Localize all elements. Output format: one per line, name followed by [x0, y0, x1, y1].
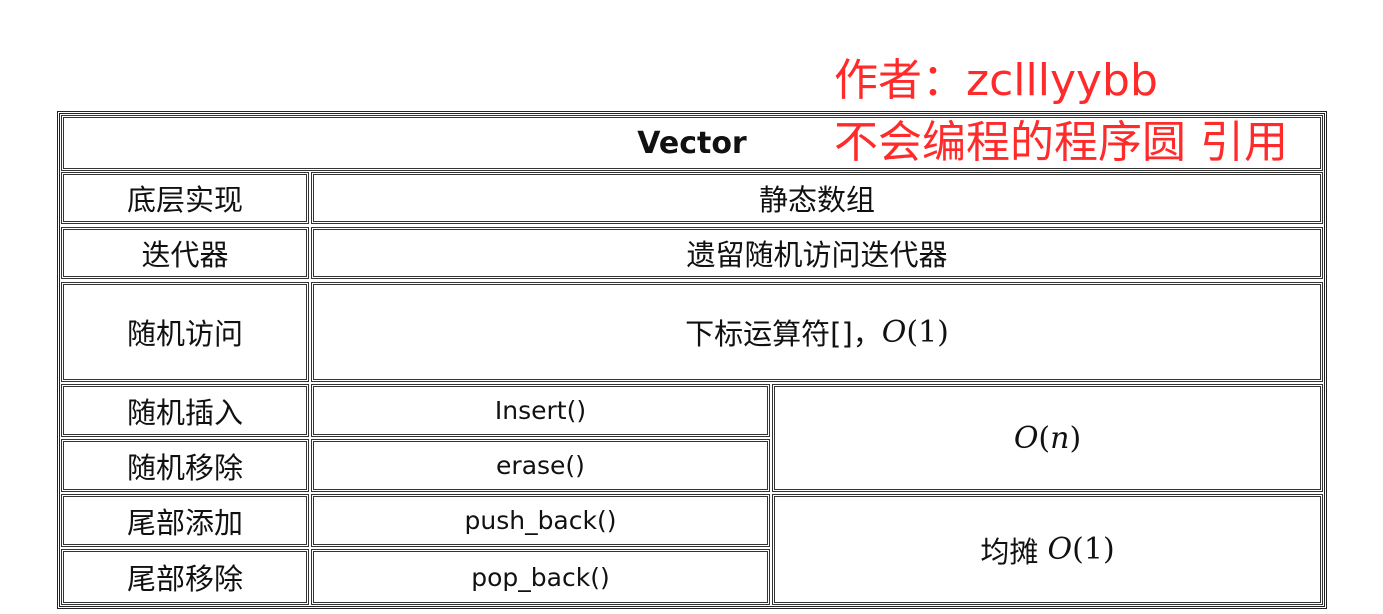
author-watermark: 作者：zclllyybb [834, 55, 1158, 106]
row-value-iterator: 遗留随机访问迭代器 [311, 227, 1323, 279]
method-insert: Insert() [311, 384, 770, 437]
random-access-complexity: O(1) [881, 314, 949, 350]
row-label-iterator: 迭代器 [61, 227, 309, 279]
random-access-text: 下标运算符[]， [685, 317, 882, 351]
row-label-implementation: 底层实现 [61, 172, 309, 224]
row-value-implementation: 静态数组 [311, 172, 1323, 224]
amortized-complexity: O(1) [1047, 532, 1115, 567]
method-push-back: push_back() [311, 494, 770, 547]
row-label-tail-remove: 尾部移除 [61, 549, 309, 605]
row-label-tail-add: 尾部添加 [61, 494, 309, 547]
credit-watermark: 不会编程的程序圆 引用 [834, 117, 1288, 168]
row-value-random-access: 下标运算符[]， O(1) [311, 282, 1323, 382]
row-label-random-insert: 随机插入 [61, 384, 309, 437]
row-label-random-access: 随机访问 [61, 282, 309, 382]
row-label-random-remove: 随机移除 [61, 439, 309, 492]
complexity-tail-ops: 均摊 O(1) [772, 494, 1323, 605]
complexity-random-ops: O(n) [772, 384, 1323, 492]
amortized-label: 均摊 [980, 534, 1048, 569]
method-erase: erase() [311, 439, 770, 492]
method-pop-back: pop_back() [311, 549, 770, 605]
